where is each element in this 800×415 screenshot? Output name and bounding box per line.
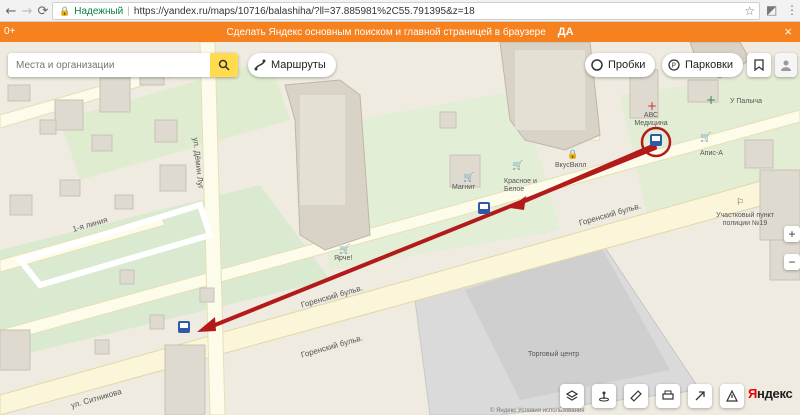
warning-icon [726, 390, 738, 402]
report-error-button[interactable] [720, 384, 744, 408]
poi-label-apis[interactable]: Апис-А [700, 150, 723, 157]
copyright-text[interactable]: © Яндекс Условия использования [490, 408, 585, 414]
search-icon [218, 59, 230, 71]
ruler-button[interactable] [624, 384, 648, 408]
svg-text:🔒: 🔒 [567, 149, 578, 160]
logo-rest: ндекс [757, 386, 793, 401]
search-box [8, 53, 238, 77]
yandex-logo[interactable]: Яндекс [748, 386, 793, 401]
poi-label-krasnoe-beloe[interactable]: Красное и Белое [504, 178, 542, 194]
bookmark-icon [754, 59, 764, 71]
svg-text:🛒: 🛒 [339, 243, 350, 255]
bookmark-star-icon[interactable]: ☆ [744, 4, 755, 18]
parking-label: Парковки [685, 59, 733, 71]
reload-icon[interactable]: ⟳ [34, 2, 52, 20]
panorama-button[interactable] [592, 384, 616, 408]
user-avatar-button[interactable] [775, 53, 797, 77]
traffic-icon [591, 59, 603, 71]
layers-button[interactable] [560, 384, 584, 408]
print-button[interactable] [656, 384, 680, 408]
zoom-out-button[interactable]: − [784, 254, 800, 270]
avatar [781, 60, 791, 71]
promo-accept-button[interactable]: ДА [558, 26, 574, 38]
poi-label-vkusvill[interactable]: ВкусВилл [555, 162, 586, 169]
extension-icon[interactable]: ◩ [766, 3, 777, 17]
url-separator: | [127, 5, 130, 17]
routes-button[interactable]: Маршруты [248, 53, 336, 77]
svg-text:P: P [672, 62, 676, 70]
lock-icon: 🔒 [59, 5, 71, 16]
svg-text:🛒: 🛒 [463, 171, 474, 183]
plus-icon: + [788, 227, 796, 241]
traffic-label: Пробки [608, 59, 646, 71]
map-canvas[interactable]: 🛒 🛒 🔒 🛒 🛒 ⚐ + + ул. Дёмин Луг 1-я линия … [0, 42, 800, 415]
minus-icon: − [788, 255, 796, 269]
panorama-icon [599, 391, 609, 402]
poi-label-u-palycha[interactable]: У Палыча [730, 98, 762, 105]
secure-label: Надежный [74, 5, 124, 17]
poi-label-police[interactable]: Участковый пункт полиции №19 [710, 212, 780, 228]
svg-text:🛒: 🛒 [700, 131, 711, 143]
parking-button[interactable]: P Парковки [662, 53, 743, 77]
poi-label-mall[interactable]: Торговый центр [528, 351, 579, 358]
ruler-icon [630, 390, 642, 402]
print-icon [662, 390, 674, 400]
address-bar[interactable]: 🔒 Надежный | https://yandex.ru/maps/1071… [52, 2, 760, 20]
traffic-button[interactable]: Пробки [585, 53, 656, 77]
age-rating: 0+ [4, 26, 16, 37]
search-button[interactable] [210, 53, 238, 77]
promo-banner: 0+ Сделать Яндекс основным поиском и гла… [0, 22, 800, 42]
map-graphics: 🛒 🛒 🔒 🛒 🛒 ⚐ + + [0, 42, 800, 415]
menu-icon[interactable]: ⋮ [786, 3, 798, 17]
bookmark-button[interactable] [747, 53, 771, 77]
poi-label-abc-med[interactable]: АВС Медицина [633, 112, 669, 128]
poi-label-magnit[interactable]: Магнит [452, 184, 475, 191]
promo-text: Сделать Яндекс основным поиском и главно… [226, 26, 546, 38]
browser-toolbar: ← → ⟳ 🔒 Надежный | https://yandex.ru/map… [0, 0, 800, 22]
parking-icon: P [668, 59, 680, 71]
share-icon [695, 391, 705, 401]
routes-label: Маршруты [271, 59, 326, 71]
share-button[interactable] [688, 384, 712, 408]
svg-text:⚐: ⚐ [736, 198, 744, 208]
url-text: https://yandex.ru/maps/10716/balashiha/?… [133, 5, 475, 17]
svg-text:+: + [647, 99, 657, 113]
route-icon [254, 59, 266, 71]
svg-text:+: + [706, 93, 716, 107]
svg-text:🛒: 🛒 [512, 159, 523, 171]
poi-label-yarche[interactable]: Ярче! [334, 255, 352, 262]
search-input[interactable] [8, 54, 210, 76]
zoom-in-button[interactable]: + [784, 226, 800, 242]
logo-first-letter: Я [748, 386, 758, 401]
layers-icon [566, 390, 578, 401]
close-icon[interactable]: × [784, 24, 792, 39]
